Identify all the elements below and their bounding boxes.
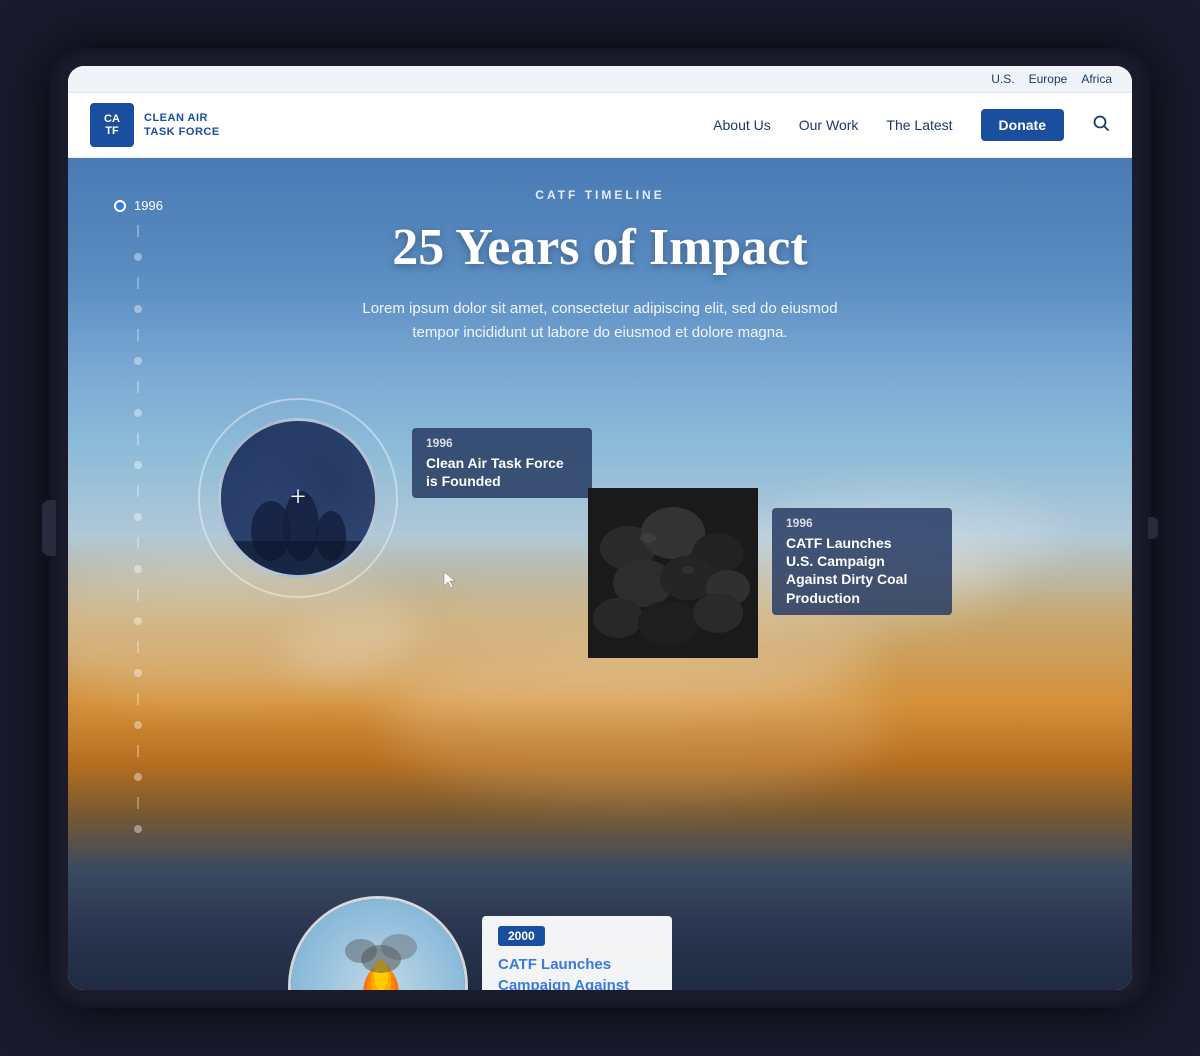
nav-the-latest[interactable]: The Latest [886, 117, 952, 133]
region-us[interactable]: U.S. [991, 72, 1014, 86]
timeline-dot [134, 617, 142, 625]
event-title-2: CATF LaunchesU.S. CampaignAgainst Dirty … [786, 534, 938, 607]
nav-links: About Us Our Work The Latest Donate [713, 109, 1110, 141]
nav-about-us[interactable]: About Us [713, 117, 771, 133]
timeline-dot [134, 825, 142, 833]
event-image-coal [588, 488, 758, 658]
device-screen: U.S. Europe Africa CATF CLEAN AIR TASK F… [68, 66, 1132, 990]
timeline-dot [134, 409, 142, 417]
search-icon[interactable] [1092, 114, 1110, 137]
event-title-3: CATF LaunchesCampaign AgainstSuper Pollu… [498, 954, 656, 990]
timeline-dot [134, 513, 142, 521]
event-info-tag-coal: 1996 CATF LaunchesU.S. CampaignAgainst D… [772, 508, 952, 615]
hero-section: 1996 [68, 158, 1132, 990]
nav-our-work[interactable]: Our Work [799, 117, 859, 133]
event-year-badge-2000: 2000 [498, 926, 545, 946]
hero-title: 25 Years of Impact [68, 218, 1132, 277]
timeline-dot [134, 565, 142, 573]
event-info-tag-founded: 1996 Clean Air Task Forceis Founded [412, 428, 592, 498]
event-card-2000[interactable]: 2000 CATF LaunchesCampaign AgainstSuper … [288, 896, 672, 990]
region-bar: U.S. Europe Africa [68, 66, 1132, 93]
event-image-ring: + [198, 398, 398, 598]
donate-button[interactable]: Donate [981, 109, 1064, 141]
timeline-dot [134, 669, 142, 677]
event-info-card-2000: 2000 CATF LaunchesCampaign AgainstSuper … [482, 916, 672, 990]
event-year-1: 1996 [426, 436, 578, 450]
event-card-1996-coal[interactable]: 1996 CATF LaunchesU.S. CampaignAgainst D… [588, 488, 952, 658]
device-frame: U.S. Europe Africa CATF CLEAN AIR TASK F… [50, 48, 1150, 1008]
logo-text: CLEAN AIR TASK FORCE [144, 111, 220, 140]
header: CATF CLEAN AIR TASK FORCE About Us Our W… [68, 93, 1132, 158]
catf-timeline-label: CATF TIMELINE [68, 188, 1132, 202]
timeline-dot [134, 461, 142, 469]
event-title-1: Clean Air Task Forceis Founded [426, 454, 578, 490]
hero-subtitle-2: tempor incididunt ut labore do eiusmod e… [350, 321, 850, 345]
event-image-founded [218, 418, 378, 578]
cursor-icon [442, 570, 458, 590]
event-card-1996-founded[interactable]: + 1996 Clean Air Task Forceis Founded [198, 398, 592, 598]
timeline-dot [134, 773, 142, 781]
logo-box: CATF [90, 103, 134, 147]
hero-subtitle-1: Lorem ipsum dolor sit amet, consectetur … [350, 297, 850, 321]
region-europe[interactable]: Europe [1029, 72, 1068, 86]
logo-area[interactable]: CATF CLEAN AIR TASK FORCE [90, 103, 220, 147]
timeline-dot [134, 721, 142, 729]
timeline-dot [134, 357, 142, 365]
hero-text-center: CATF TIMELINE 25 Years of Impact Lorem i… [68, 188, 1132, 345]
event-image-flare [288, 896, 468, 990]
region-africa[interactable]: Africa [1081, 72, 1112, 86]
event-year-2: 1996 [786, 516, 938, 530]
